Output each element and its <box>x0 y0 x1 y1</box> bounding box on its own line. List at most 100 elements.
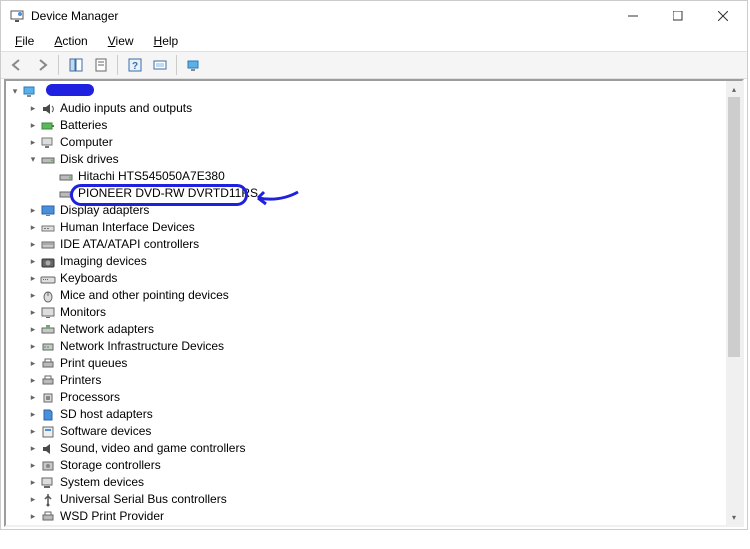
expand-icon[interactable]: ▸ <box>26 221 40 235</box>
help-button[interactable]: ? <box>123 54 146 76</box>
drive-icon <box>58 186 74 202</box>
tree-node-software[interactable]: ▸ Software devices <box>6 423 742 440</box>
tree-node-sound[interactable]: ▸ Sound, video and game controllers <box>6 440 742 457</box>
expand-icon[interactable]: ▸ <box>26 357 40 371</box>
scroll-thumb[interactable] <box>728 97 740 357</box>
tree-node-processors[interactable]: ▸ Processors <box>6 389 742 406</box>
node-label: System devices <box>60 475 144 490</box>
scroll-down-button[interactable]: ▾ <box>726 509 742 525</box>
close-button[interactable] <box>700 1 745 31</box>
properties-button[interactable] <box>89 54 112 76</box>
expand-icon[interactable]: ▸ <box>26 238 40 252</box>
expand-icon[interactable]: ▸ <box>26 425 40 439</box>
node-label: SD host adapters <box>60 407 153 422</box>
tree-node-computer[interactable]: ▸ Computer <box>6 134 742 151</box>
tree-node-audio[interactable]: ▸ Audio inputs and outputs <box>6 100 742 117</box>
node-label: Software devices <box>60 424 151 439</box>
forward-button[interactable] <box>30 54 53 76</box>
node-label: Computer <box>60 135 113 150</box>
tree-node-monitors[interactable]: ▸ Monitors <box>6 304 742 321</box>
tree-node-sd[interactable]: ▸ SD host adapters <box>6 406 742 423</box>
network-infra-icon <box>40 339 56 355</box>
expand-icon[interactable]: ▸ <box>26 391 40 405</box>
expand-icon[interactable]: ▸ <box>26 255 40 269</box>
keyboard-icon <box>40 271 56 287</box>
collapse-icon[interactable]: ▾ <box>8 85 22 99</box>
maximize-button[interactable] <box>655 1 700 31</box>
tree-node-print-queues[interactable]: ▸ Print queues <box>6 355 742 372</box>
speaker-icon <box>40 101 56 117</box>
tree-node-mice[interactable]: ▸ Mice and other pointing devices <box>6 287 742 304</box>
expand-icon[interactable]: ▸ <box>26 136 40 150</box>
expand-icon[interactable]: ▸ <box>26 289 40 303</box>
printer-icon <box>40 356 56 372</box>
tree-node-network[interactable]: ▸ Network adapters <box>6 321 742 338</box>
node-label: Universal Serial Bus controllers <box>60 492 227 507</box>
node-label: Processors <box>60 390 120 405</box>
toolbar: ? <box>1 51 747 79</box>
devices-button[interactable] <box>182 54 205 76</box>
vertical-scrollbar[interactable]: ▴ ▾ <box>726 81 742 525</box>
speaker-icon <box>40 441 56 457</box>
svg-text:?: ? <box>131 61 137 72</box>
tree-root[interactable]: ▾ <box>6 83 742 100</box>
tree-node-disk-hitachi[interactable]: Hitachi HTS545050A7E380 <box>6 168 742 185</box>
back-button[interactable] <box>5 54 28 76</box>
expand-icon[interactable]: ▸ <box>26 459 40 473</box>
expand-icon[interactable]: ▸ <box>26 306 40 320</box>
expand-icon[interactable]: ▸ <box>26 340 40 354</box>
mouse-icon <box>40 288 56 304</box>
toolbar-separator <box>117 55 118 75</box>
titlebar[interactable]: Device Manager <box>1 1 747 31</box>
collapse-icon[interactable]: ▾ <box>26 153 40 167</box>
show-hide-tree-button[interactable] <box>64 54 87 76</box>
expand-icon[interactable]: ▸ <box>26 408 40 422</box>
printer-icon <box>40 373 56 389</box>
tree-node-storage[interactable]: ▸ Storage controllers <box>6 457 742 474</box>
expand-icon[interactable]: ▸ <box>26 204 40 218</box>
node-label: WSD Print Provider <box>60 509 164 524</box>
tree-node-ide[interactable]: ▸ IDE ATA/ATAPI controllers <box>6 236 742 253</box>
expand-icon[interactable]: ▸ <box>26 493 40 507</box>
scroll-up-button[interactable]: ▴ <box>726 81 742 97</box>
tree-node-system[interactable]: ▸ System devices <box>6 474 742 491</box>
menu-file[interactable]: File <box>5 32 44 50</box>
node-label: Monitors <box>60 305 106 320</box>
node-label: Human Interface Devices <box>60 220 195 235</box>
tree-node-wsd[interactable]: ▸ WSD Print Provider <box>6 508 742 525</box>
device-tree[interactable]: ▾ ▸ Audio inputs and outputs ▸ Batteries… <box>6 81 742 525</box>
cpu-icon <box>40 390 56 406</box>
tree-node-usb[interactable]: ▸ Universal Serial Bus controllers <box>6 491 742 508</box>
expand-icon[interactable]: ▸ <box>26 102 40 116</box>
computer-root-icon <box>22 84 38 100</box>
tree-node-disk-drives[interactable]: ▾ Disk drives <box>6 151 742 168</box>
node-label: Storage controllers <box>60 458 161 473</box>
expand-icon[interactable]: ▸ <box>26 510 40 524</box>
expand-icon[interactable]: ▸ <box>26 442 40 456</box>
expand-icon[interactable]: ▸ <box>26 476 40 490</box>
tree-node-batteries[interactable]: ▸ Batteries <box>6 117 742 134</box>
tree-node-disk-pioneer[interactable]: PIONEER DVD-RW DVRTD11RS <box>6 185 742 202</box>
menubar: File Action View Help <box>1 31 747 51</box>
node-label: Print queues <box>60 356 127 371</box>
controller-icon <box>40 237 56 253</box>
display-icon <box>40 203 56 219</box>
expand-icon[interactable]: ▸ <box>26 374 40 388</box>
tree-node-network-infra[interactable]: ▸ Network Infrastructure Devices <box>6 338 742 355</box>
menu-help[interactable]: Help <box>144 32 189 50</box>
computer-icon <box>40 135 56 151</box>
tree-node-hid[interactable]: ▸ Human Interface Devices <box>6 219 742 236</box>
minimize-button[interactable] <box>610 1 655 31</box>
menu-view[interactable]: View <box>98 32 144 50</box>
app-icon <box>9 8 25 24</box>
tree-node-printers[interactable]: ▸ Printers <box>6 372 742 389</box>
scan-hardware-button[interactable] <box>148 54 171 76</box>
expand-icon[interactable]: ▸ <box>26 272 40 286</box>
tree-node-imaging[interactable]: ▸ Imaging devices <box>6 253 742 270</box>
menu-action[interactable]: Action <box>44 32 97 50</box>
tree-node-display[interactable]: ▸ Display adapters <box>6 202 742 219</box>
tree-node-keyboards[interactable]: ▸ Keyboards <box>6 270 742 287</box>
expand-icon[interactable]: ▸ <box>26 119 40 133</box>
sd-icon <box>40 407 56 423</box>
expand-icon[interactable]: ▸ <box>26 323 40 337</box>
